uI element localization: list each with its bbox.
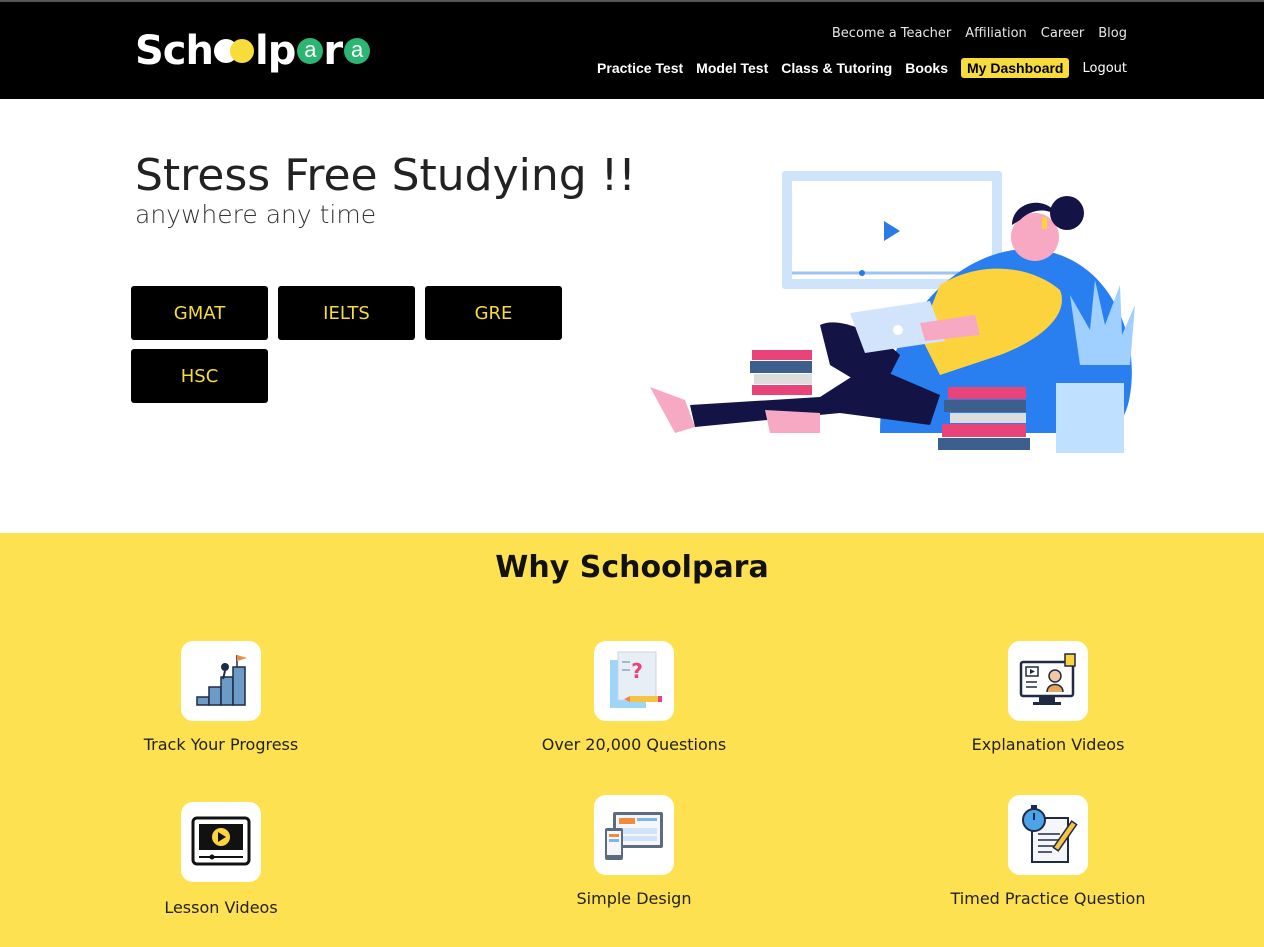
- simple-design-icon: [605, 812, 663, 860]
- link-blog[interactable]: Blog: [1098, 26, 1127, 41]
- questions-icon: ?: [610, 651, 662, 708]
- feature-label: Explanation Videos: [971, 735, 1125, 754]
- feature-explanation-videos: Explanation Videos: [898, 641, 1198, 754]
- why-title: Why Schoolpara: [495, 550, 769, 585]
- site-header: Sch lp a r a Become a Teacher Affiliatio…: [0, 0, 1264, 99]
- nav-logout[interactable]: Logout: [1082, 61, 1127, 76]
- hero-subtitle: anywhere any time: [135, 200, 377, 229]
- link-career[interactable]: Career: [1041, 26, 1084, 41]
- feature-timed-practice: Timed Practice Question: [898, 795, 1198, 908]
- lesson-video-icon: [191, 816, 251, 866]
- exam-button-hsc[interactable]: HSC: [131, 349, 268, 403]
- feature-questions: ? Over 20,000 Questions: [484, 641, 784, 754]
- nav-practice-test[interactable]: Practice Test: [597, 60, 683, 76]
- logo-oo-mark: [214, 39, 254, 63]
- progress-icon: [196, 655, 247, 706]
- link-affiliation[interactable]: Affiliation: [965, 26, 1027, 41]
- hero-title: Stress Free Studying !!: [135, 150, 636, 201]
- nav-model-test[interactable]: Model Test: [696, 60, 768, 76]
- timer-icon: [1022, 805, 1078, 863]
- feature-simple-design: Simple Design: [484, 795, 784, 908]
- exam-button-ielts[interactable]: IELTS: [278, 286, 415, 340]
- nav-class-tutoring[interactable]: Class & Tutoring: [781, 60, 892, 76]
- feature-label: Simple Design: [576, 889, 692, 908]
- feature-label: Lesson Videos: [164, 898, 278, 917]
- feature-track-progress: Track Your Progress: [71, 641, 371, 754]
- exam-button-gre[interactable]: GRE: [425, 286, 562, 340]
- explanation-video-icon: [1019, 653, 1076, 705]
- nav-books[interactable]: Books: [905, 60, 948, 76]
- feature-lesson-videos: Lesson Videos: [71, 802, 371, 917]
- svg-text:?: ?: [631, 659, 643, 683]
- nav-my-dashboard[interactable]: My Dashboard: [961, 58, 1070, 78]
- exam-button-gmat[interactable]: GMAT: [131, 286, 268, 340]
- feature-label: Timed Practice Question: [950, 889, 1146, 908]
- main-nav: Practice Test Model Test Class & Tutorin…: [597, 58, 1127, 78]
- site-logo[interactable]: Sch lp a r a: [135, 26, 371, 76]
- feature-label: Track Your Progress: [143, 735, 299, 754]
- link-become-teacher[interactable]: Become a Teacher: [832, 26, 951, 41]
- hero-illustration: [650, 171, 1135, 453]
- top-links: Become a Teacher Affiliation Career Blog: [832, 26, 1127, 41]
- why-section: Why Schoolpara Track Your Progress ? Ove…: [0, 533, 1264, 947]
- feature-label: Over 20,000 Questions: [541, 735, 727, 754]
